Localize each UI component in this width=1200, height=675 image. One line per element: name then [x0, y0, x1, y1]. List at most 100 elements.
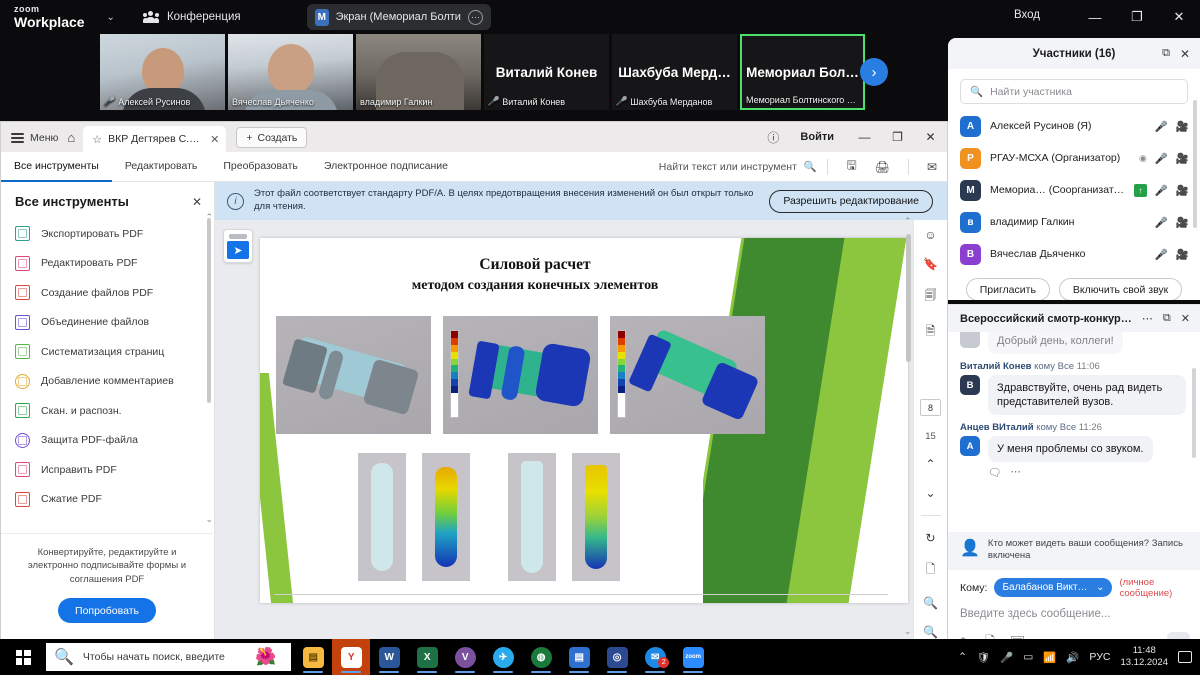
- zoom-in-icon[interactable]: 🔍: [923, 596, 938, 610]
- participant-row[interactable]: М Мемориа… (Соорганизатор) ↑ 🎤 🎥: [948, 174, 1200, 206]
- camera-on-icon[interactable]: 🎥: [1176, 120, 1189, 133]
- mic-icon[interactable]: 🎤: [1000, 651, 1013, 664]
- mic-on-icon[interactable]: 🎤: [1155, 184, 1168, 197]
- mic-on-icon[interactable]: 🎤: [1155, 248, 1168, 261]
- camera-off-icon[interactable]: 🎥: [1176, 152, 1189, 165]
- video-tile-active[interactable]: Мемориал Бол… Мемориал Болтинского …: [740, 34, 865, 110]
- battery-icon[interactable]: ▭: [1023, 651, 1033, 663]
- tool-edit-pdf[interactable]: Редактировать PDF: [15, 249, 214, 279]
- camera-off-icon[interactable]: 🎥: [1176, 184, 1189, 197]
- react-icon[interactable]: 🗨: [988, 466, 1001, 479]
- tool-protect-pdf[interactable]: Защита PDF-файла: [15, 426, 214, 456]
- tool-create-pdf[interactable]: Создание файлов PDF: [15, 278, 214, 308]
- screen-share-pill[interactable]: M Экран (Мемориал Болтинскогс ⋯: [307, 4, 491, 30]
- page-up-icon[interactable]: ⌃: [925, 457, 935, 471]
- tab-edit[interactable]: Редактировать: [112, 152, 211, 182]
- participant-search-input[interactable]: 🔍 Найти участника: [960, 79, 1188, 104]
- participant-row[interactable]: в владимир Галкин 🎤 🎥: [948, 206, 1200, 238]
- close-panel-icon[interactable]: ✕: [192, 195, 202, 209]
- taskbar-app-word[interactable]: W: [370, 639, 408, 675]
- acrobat-close-button[interactable]: ✕: [914, 125, 947, 149]
- tools-scroll-down-icon[interactable]: ⌄: [205, 514, 213, 525]
- tool-scan-ocr[interactable]: Скан. и распозн.: [15, 396, 214, 426]
- bookmark-icon[interactable]: 🔖: [923, 257, 938, 271]
- tool-combine-files[interactable]: Объединение файлов: [15, 308, 214, 338]
- mic-on-icon[interactable]: 🎤: [1155, 216, 1168, 229]
- tab-convert[interactable]: Преобразовать: [210, 152, 311, 182]
- participants-scrollbar[interactable]: [1193, 100, 1197, 228]
- meeting-tab[interactable]: Конференция: [142, 10, 241, 24]
- scroll-up-icon[interactable]: ⌃: [904, 216, 912, 227]
- acrobat-maximize-button[interactable]: ❐: [881, 125, 914, 149]
- volume-icon[interactable]: 🔊: [1066, 651, 1079, 664]
- more-icon[interactable]: ⋯: [1140, 312, 1155, 325]
- shield-icon[interactable]: 🛡: [977, 651, 990, 664]
- video-tile[interactable]: Виталий Конев 🎤 Виталий Конев: [484, 34, 609, 110]
- filmstrip-next-button[interactable]: ›: [860, 58, 888, 86]
- help-icon[interactable]: ⓘ: [760, 129, 786, 146]
- star-icon[interactable]: ☆: [92, 133, 102, 146]
- taskbar-app-telegram[interactable]: ✈: [484, 639, 522, 675]
- tab-all-tools[interactable]: Все инструменты: [1, 152, 112, 182]
- popout-icon[interactable]: ⧉: [1162, 47, 1170, 60]
- taskbar-app-excel[interactable]: X: [408, 639, 446, 675]
- participant-row[interactable]: А Алексей Русинов (Я) 🎤 🎥: [948, 110, 1200, 142]
- chat-input[interactable]: Введите здесь сообщение...: [948, 601, 1200, 620]
- taskbar-app-save[interactable]: ▤: [560, 639, 598, 675]
- taskbar-app-zoom[interactable]: zoom: [674, 639, 712, 675]
- search-field[interactable]: Найти текст или инструмент 🔍: [659, 160, 817, 174]
- search-icon[interactable]: 🔍: [804, 160, 817, 173]
- acrobat-login-button[interactable]: Войти: [786, 131, 848, 143]
- tool-add-comments[interactable]: Добавление комментариев: [15, 367, 214, 397]
- popout-icon[interactable]: ⧉: [1161, 312, 1173, 325]
- zoom-out-icon[interactable]: 🔍: [923, 625, 938, 639]
- more-options-icon[interactable]: ⋯: [468, 9, 483, 25]
- print-icon[interactable]: 🖨: [875, 160, 890, 174]
- export-icon[interactable]: 🗋: [926, 560, 936, 581]
- tool-fix-pdf[interactable]: Исправить PDF: [15, 455, 214, 485]
- document-scrollbar[interactable]: ⌃ ⌄: [904, 216, 912, 636]
- protect-icon[interactable]: 🗎: [926, 322, 936, 343]
- copy-pages-icon[interactable]: 🗐: [925, 286, 937, 307]
- tab-esign[interactable]: Электронное подписание: [311, 152, 461, 182]
- mic-muted-icon[interactable]: 🎤: [1155, 120, 1168, 133]
- tray-chevron-icon[interactable]: ⌃: [958, 651, 967, 663]
- chevron-down-icon[interactable]: ⌄: [107, 12, 115, 23]
- language-indicator[interactable]: РУС: [1089, 651, 1110, 663]
- comment-icon[interactable]: ☺: [924, 228, 936, 242]
- save-icon[interactable]: 🖫: [846, 156, 856, 177]
- taskbar-clock[interactable]: 11:48 13.12.2024: [1120, 645, 1168, 669]
- camera-on-icon[interactable]: 🎥: [1176, 248, 1189, 261]
- more-icon[interactable]: ⋯: [1010, 466, 1021, 479]
- taskbar-app-file-explorer[interactable]: ▤: [294, 639, 332, 675]
- camera-on-icon[interactable]: 🎥: [1176, 216, 1189, 229]
- video-tile[interactable]: 🎤 Алексей Русинов: [100, 34, 225, 110]
- video-tile[interactable]: владимир Галкин: [356, 34, 481, 110]
- pdf-page[interactable]: Силовой расчет методом создания конечных…: [260, 238, 908, 603]
- video-tile[interactable]: Вячеслав Дьяченко: [228, 34, 353, 110]
- taskbar-app-yandex-browser[interactable]: Y: [332, 639, 371, 675]
- video-tile[interactable]: Шахбуба Мерд… 🎤 Шахбуба Мерданов: [612, 34, 737, 110]
- close-icon[interactable]: ✕: [1179, 312, 1192, 325]
- home-icon[interactable]: ⌂: [67, 130, 75, 152]
- chat-messages[interactable]: Добрый день, коллеги! Виталий Конев кому…: [948, 332, 1200, 532]
- tool-organize-pages[interactable]: Систематизация страниц: [15, 337, 214, 367]
- select-tool-button[interactable]: ➤: [223, 229, 253, 263]
- taskbar-app-mail[interactable]: ✉ 2: [636, 639, 674, 675]
- tool-compress-pdf[interactable]: Сжатие PDF: [15, 485, 214, 515]
- zoom-minimize-button[interactable]: —: [1074, 0, 1116, 34]
- invite-button[interactable]: Пригласить: [965, 278, 1050, 300]
- start-button[interactable]: [0, 649, 46, 665]
- taskbar-app-viber[interactable]: V: [446, 639, 484, 675]
- rotate-icon[interactable]: ↻: [925, 531, 935, 545]
- page-down-icon[interactable]: ⌄: [925, 486, 935, 500]
- page-number-input[interactable]: 8: [920, 399, 941, 416]
- taskbar-app-kaspersky[interactable]: ◍: [522, 639, 560, 675]
- mail-icon[interactable]: ✉: [927, 160, 937, 174]
- tool-export-pdf[interactable]: Экспортировать PDF: [15, 219, 214, 249]
- tools-scrollbar[interactable]: [207, 218, 211, 468]
- chat-scrollbar[interactable]: [1192, 368, 1196, 458]
- zoom-maximize-button[interactable]: ❐: [1116, 0, 1158, 34]
- chat-recipient-selector[interactable]: Балабанов Виктор … ⌄: [994, 578, 1113, 598]
- acrobat-menu-button[interactable]: Меню: [1, 131, 67, 152]
